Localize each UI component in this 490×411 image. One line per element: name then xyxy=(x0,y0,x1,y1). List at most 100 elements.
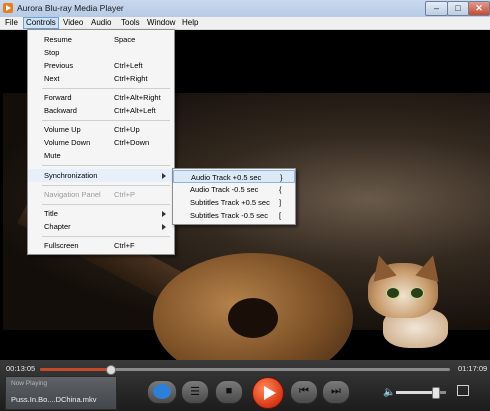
menu-item-title[interactable]: Title xyxy=(28,207,174,220)
menu-item-shortcut: Ctrl+Alt+Left xyxy=(114,106,156,115)
menu-help[interactable]: Help xyxy=(180,18,200,28)
submenu-item-audio-plus[interactable]: Audio Track +0.5 sec } xyxy=(173,170,295,183)
stop-icon: ■ xyxy=(225,385,233,397)
menu-audio[interactable]: Audio xyxy=(89,18,113,28)
cat-figure xyxy=(358,252,458,348)
menu-item-resume[interactable]: Resume Space xyxy=(28,33,174,46)
menu-item-navigation-panel[interactable]: Navigation Panel Ctrl+P xyxy=(28,188,174,201)
cat-eye-right xyxy=(410,287,424,299)
menu-item-mute[interactable]: Mute xyxy=(28,149,174,162)
chat-icon xyxy=(153,384,171,399)
menu-item-fullscreen[interactable]: Fullscreen Ctrl+F xyxy=(28,239,174,252)
menu-separator xyxy=(42,236,170,237)
menu-item-label: Stop xyxy=(44,48,60,57)
menu-separator xyxy=(42,204,170,205)
maximize-button[interactable]: □ xyxy=(447,1,469,16)
cat-head xyxy=(367,252,445,318)
menu-item-shortcut: Ctrl+P xyxy=(114,190,136,199)
now-playing-label: Now Playing xyxy=(11,380,48,387)
control-panel: 00:13:05 01:17:09 Now Playing Puss.In.Bo… xyxy=(0,360,490,411)
menu-separator xyxy=(42,185,170,186)
menu-video[interactable]: Video xyxy=(61,18,85,28)
menu-item-shortcut: Ctrl+Right xyxy=(114,74,148,83)
synchronization-submenu: Audio Track +0.5 sec } Audio Track -0.5 … xyxy=(172,168,296,225)
menu-item-label: Fullscreen xyxy=(44,241,79,250)
menu-item-previous[interactable]: Previous Ctrl+Left xyxy=(28,59,174,72)
submenu-item-label: Audio Track -0.5 sec xyxy=(190,185,259,194)
menu-separator xyxy=(42,88,170,89)
menu-item-stop[interactable]: Stop xyxy=(28,46,174,59)
submenu-item-label: Audio Track +0.5 sec xyxy=(191,173,262,182)
skip-previous-icon: ⏮ xyxy=(299,385,309,397)
submenu-item-audio-minus[interactable]: Audio Track -0.5 sec { xyxy=(173,183,295,196)
submenu-arrow-icon xyxy=(162,211,166,217)
menu-item-label: Previous xyxy=(44,61,74,70)
playlist-icon: ☰ xyxy=(190,386,200,398)
menu-item-label: Mute xyxy=(44,151,61,160)
total-time: 01:17:09 xyxy=(458,364,488,373)
submenu-item-subtitles-minus[interactable]: Subtitles Track -0.5 sec [ xyxy=(173,209,295,222)
menu-item-label: Navigation Panel xyxy=(44,190,101,199)
now-playing-panel: Now Playing Puss.In.Bo....DChina.mkv xyxy=(5,376,117,410)
menu-item-chapter[interactable]: Chapter xyxy=(28,220,174,233)
volume-icon[interactable]: 🔈 xyxy=(383,387,395,398)
seek-progress xyxy=(40,368,110,371)
menu-item-volume-down[interactable]: Volume Down Ctrl+Down xyxy=(28,136,174,149)
menu-item-volume-up[interactable]: Volume Up Ctrl+Up xyxy=(28,123,174,136)
close-button[interactable]: ✕ xyxy=(468,1,490,16)
menu-item-label: Chapter xyxy=(44,222,71,231)
menu-item-shortcut: Space xyxy=(114,35,136,44)
seek-bar[interactable] xyxy=(40,365,450,375)
now-playing-file: Puss.In.Bo....DChina.mkv xyxy=(11,395,97,404)
previous-button[interactable]: ⏮ xyxy=(290,380,318,404)
menu-window[interactable]: Window xyxy=(145,18,177,28)
controls-menu: Resume Space Stop Previous Ctrl+Left Nex… xyxy=(27,29,175,255)
play-button[interactable] xyxy=(252,377,284,409)
app-icon xyxy=(3,3,13,13)
menu-item-label: Next xyxy=(44,74,60,83)
menu-item-label: Volume Down xyxy=(44,138,91,147)
menu-file[interactable]: File xyxy=(3,18,20,28)
menu-item-synchronization[interactable]: Synchronization xyxy=(28,169,174,182)
menu-item-label: Resume xyxy=(44,35,72,44)
submenu-item-shortcut: ] xyxy=(279,198,282,207)
menu-item-shortcut: Ctrl+F xyxy=(114,241,135,250)
menu-item-label: Volume Up xyxy=(44,125,81,134)
submenu-item-label: Subtitles Track +0.5 sec xyxy=(190,198,270,207)
menu-item-backward[interactable]: Backward Ctrl+Alt+Left xyxy=(28,104,174,117)
menu-item-shortcut: Ctrl+Up xyxy=(114,125,140,134)
cat-eye-left xyxy=(386,287,400,299)
minimize-button[interactable]: – xyxy=(425,1,448,16)
cat-ear-left xyxy=(367,252,397,282)
next-button[interactable]: ⏭ xyxy=(322,380,350,404)
menu-controls[interactable]: Controls xyxy=(23,17,59,29)
chat-button[interactable] xyxy=(147,380,177,404)
menu-item-next[interactable]: Next Ctrl+Right xyxy=(28,72,174,85)
menu-item-label: Synchronization xyxy=(44,171,98,180)
submenu-item-subtitles-plus[interactable]: Subtitles Track +0.5 sec ] xyxy=(173,196,295,209)
menu-tools[interactable]: Tools xyxy=(119,18,142,28)
cat-ear-right xyxy=(415,252,445,282)
volume-level xyxy=(396,391,435,394)
seek-handle[interactable] xyxy=(105,365,116,375)
submenu-item-label: Subtitles Track -0.5 sec xyxy=(190,211,268,220)
title-bar: Aurora Blu-ray Media Player – □ ✕ xyxy=(0,0,490,17)
submenu-item-shortcut: { xyxy=(279,185,282,194)
playlist-button[interactable]: ☰ xyxy=(181,380,209,404)
submenu-arrow-icon xyxy=(162,173,166,179)
menu-item-label: Forward xyxy=(44,93,72,102)
guitar-soundhole xyxy=(228,298,278,338)
menu-item-label: Title xyxy=(44,209,58,218)
fullscreen-icon[interactable] xyxy=(457,385,469,396)
menu-item-shortcut: Ctrl+Down xyxy=(114,138,150,147)
menu-item-label: Backward xyxy=(44,106,77,115)
stop-button[interactable]: ■ xyxy=(215,380,243,404)
menu-item-forward[interactable]: Forward Ctrl+Alt+Right xyxy=(28,91,174,104)
skip-next-icon: ⏭ xyxy=(331,385,341,397)
volume-slider[interactable] xyxy=(396,387,446,399)
menu-separator xyxy=(42,165,170,166)
volume-handle[interactable] xyxy=(432,387,440,399)
menu-separator xyxy=(42,120,170,121)
submenu-item-shortcut: } xyxy=(280,173,283,182)
submenu-arrow-icon xyxy=(162,224,166,230)
